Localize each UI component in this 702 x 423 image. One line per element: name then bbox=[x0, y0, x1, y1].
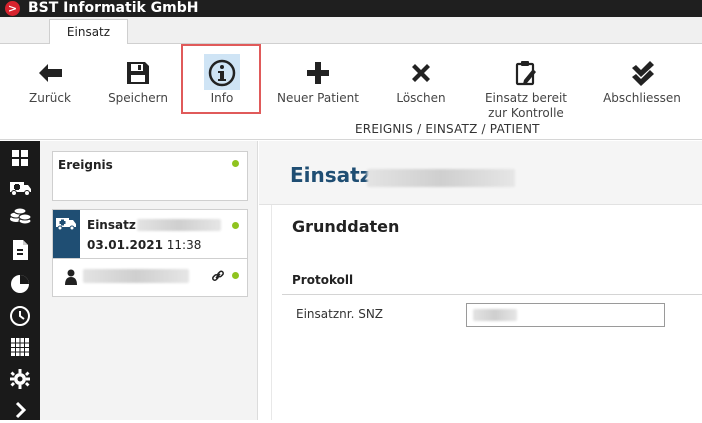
finish-button-label: Abschliessen bbox=[603, 91, 681, 105]
ready-for-review-label-2: zur Kontrolle bbox=[488, 106, 564, 120]
person-icon bbox=[65, 269, 77, 285]
sidebar-item-settings[interactable] bbox=[4, 366, 36, 392]
coins-icon bbox=[9, 207, 32, 225]
page-title: Einsatz bbox=[290, 163, 372, 187]
tab-strip: Einsatz bbox=[0, 17, 702, 45]
breadcrumb: EREIGNIS / EINSATZ / PATIENT bbox=[355, 122, 540, 136]
redacted-patient-name bbox=[83, 269, 189, 283]
redacted-title-id bbox=[367, 169, 515, 187]
ereignis-label: Ereignis bbox=[58, 158, 113, 172]
ereignis-card[interactable]: Ereignis bbox=[52, 151, 248, 201]
einsatz-card-label: Einsatz bbox=[87, 218, 136, 232]
tab-einsatz[interactable]: Einsatz bbox=[49, 19, 128, 45]
calendar-icon bbox=[11, 338, 29, 356]
ambulance-icon bbox=[56, 218, 76, 231]
save-button[interactable]: Speichern bbox=[106, 58, 170, 106]
sidebar-item-dashboard[interactable] bbox=[4, 145, 36, 171]
ready-for-review-button[interactable]: Einsatz bereit zur Kontrolle bbox=[480, 58, 572, 121]
info-button[interactable]: Info bbox=[193, 58, 251, 106]
sidebar-item-documents[interactable] bbox=[4, 237, 36, 263]
title-bar: > BST Informatik GmbH bbox=[0, 0, 702, 17]
protokoll-label: Protokoll bbox=[292, 273, 354, 287]
save-button-label: Speichern bbox=[108, 91, 168, 105]
clock-icon bbox=[10, 306, 30, 326]
app-logo-icon: > bbox=[5, 1, 20, 16]
delete-button[interactable]: Löschen bbox=[391, 58, 451, 106]
sidebar-item-calendar[interactable] bbox=[4, 334, 36, 360]
delete-button-label: Löschen bbox=[396, 91, 446, 105]
gear-icon bbox=[10, 369, 30, 389]
redacted-einsatznr-value bbox=[473, 309, 517, 321]
navigation-panel: Ereignis Einsatz 03.01.2021 11:38 bbox=[40, 141, 258, 420]
sidebar-item-ambulance[interactable] bbox=[4, 174, 36, 200]
patient-card[interactable] bbox=[52, 259, 248, 297]
content-header: Einsatz bbox=[259, 141, 702, 205]
einsatz-datetime: 03.01.2021 11:38 bbox=[87, 238, 201, 252]
einsatznr-snz-label: Einsatznr. SNZ bbox=[296, 307, 384, 321]
app-title: BST Informatik GmbH bbox=[28, 0, 199, 16]
plus-icon bbox=[307, 62, 329, 84]
main-content: Einsatz Grunddaten Protokoll Einsatznr. … bbox=[259, 141, 702, 420]
sidebar bbox=[0, 141, 40, 420]
info-button-label: Info bbox=[210, 91, 234, 105]
ready-for-review-label-1: Einsatz bereit bbox=[484, 91, 568, 105]
redacted-einsatz-id bbox=[137, 219, 221, 231]
einsatznr-snz-input[interactable] bbox=[466, 303, 665, 327]
grunddaten-section: Grunddaten Protokoll Einsatznr. SNZ bbox=[271, 205, 702, 420]
sidebar-item-history[interactable] bbox=[4, 303, 36, 329]
finish-button[interactable]: Abschliessen bbox=[600, 58, 684, 106]
double-check-icon bbox=[632, 61, 654, 86]
floppy-icon bbox=[127, 62, 149, 84]
info-icon bbox=[208, 59, 236, 87]
new-patient-button[interactable]: Neuer Patient bbox=[274, 58, 362, 106]
einsatz-status-dot bbox=[232, 222, 239, 229]
einsatz-time: 11:38 bbox=[166, 238, 202, 252]
document-icon bbox=[13, 240, 28, 260]
x-icon bbox=[412, 64, 430, 82]
chevron-right-icon bbox=[15, 401, 27, 419]
ambulance-icon bbox=[10, 182, 31, 196]
link-icon bbox=[212, 270, 224, 281]
new-patient-button-label: Neuer Patient bbox=[277, 91, 359, 105]
sidebar-expand[interactable] bbox=[4, 397, 36, 423]
einsatz-date: 03.01.2021 bbox=[87, 238, 163, 252]
arrow-left-icon bbox=[39, 64, 62, 82]
divider bbox=[282, 294, 702, 295]
section-title: Grunddaten bbox=[292, 217, 400, 236]
back-button-label: Zurück bbox=[29, 91, 71, 105]
patient-status-dot bbox=[232, 272, 239, 279]
pie-chart-icon bbox=[11, 275, 29, 293]
einsatz-card[interactable]: Einsatz 03.01.2021 11:38 bbox=[52, 209, 248, 259]
einsatz-card-accent bbox=[53, 210, 80, 258]
sidebar-item-billing[interactable] bbox=[4, 203, 36, 229]
sidebar-item-statistics[interactable] bbox=[4, 271, 36, 297]
ereignis-status-dot bbox=[232, 160, 239, 167]
clipboard-edit-icon bbox=[515, 61, 536, 86]
back-button[interactable]: Zurück bbox=[24, 58, 76, 106]
dashboard-icon bbox=[12, 150, 28, 166]
